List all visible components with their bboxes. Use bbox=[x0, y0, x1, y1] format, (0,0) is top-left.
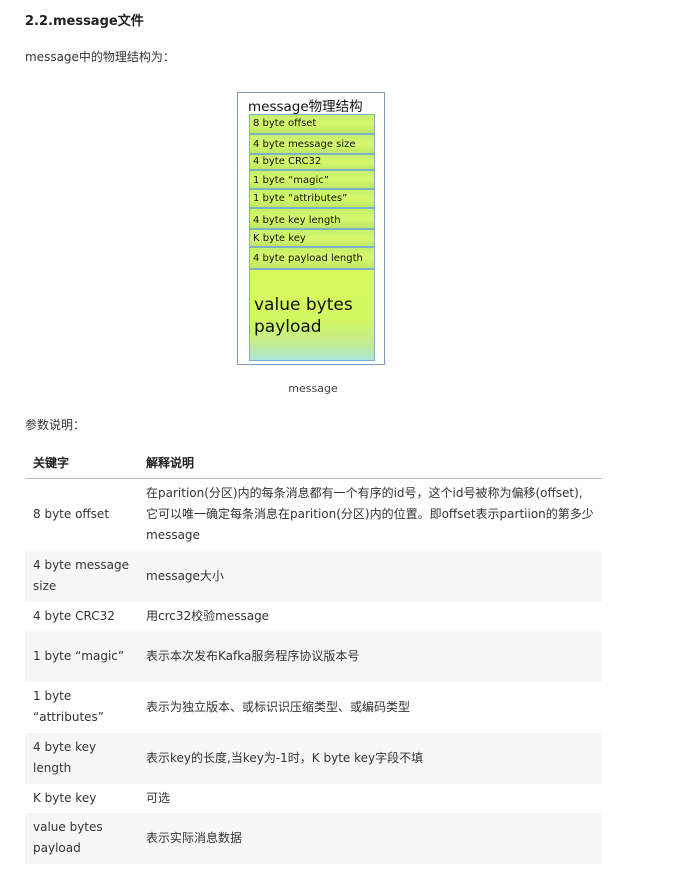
cell-keyword: 1 byte “attributes” bbox=[33, 689, 105, 724]
segment-payload-length: 4 byte payload length bbox=[249, 247, 375, 269]
cell-description: 表示为独立版本、或标识识压缩类型、或编码类型 bbox=[146, 699, 411, 714]
cell-description: 用crc32校验message bbox=[146, 608, 270, 623]
cell-keyword: 4 byte CRC32 bbox=[33, 608, 115, 623]
table-row: value bytes payload 表示实际消息数据 bbox=[25, 812, 602, 864]
header-description: 解释说明 bbox=[138, 447, 602, 479]
table-row: K byte key 可选 bbox=[25, 784, 602, 813]
segment-magic: 1 byte “magic” bbox=[249, 170, 375, 189]
table-row: 1 byte “magic” 表示本次发布Kafka服务程序协议版本号 bbox=[25, 630, 602, 682]
cell-description: 可选 bbox=[146, 790, 171, 805]
table-row: 4 byte key length 表示key的长度,当key为-1时，K by… bbox=[25, 732, 602, 784]
segment-message-size: 4 byte message size bbox=[249, 134, 375, 154]
table-row: 4 byte CRC32 用crc32校验message bbox=[25, 602, 602, 631]
params-table: 关键字 解释说明 8 byte offset 在parition(分区)内的每条… bbox=[25, 447, 602, 864]
params-label: 参数说明： bbox=[25, 418, 86, 432]
cell-keyword: 8 byte offset bbox=[33, 507, 110, 522]
cell-description: message大小 bbox=[138, 550, 602, 602]
table-header-row: 关键字 解释说明 bbox=[25, 447, 602, 479]
diagram-title: message物理结构 bbox=[248, 99, 363, 115]
segment-value-payload: value bytes payload bbox=[249, 269, 375, 361]
cell-keyword: value bytes payload bbox=[25, 812, 138, 864]
table-row: 8 byte offset 在parition(分区)内的每条消息都有一个有序的… bbox=[25, 479, 602, 551]
cell-keyword: 4 byte message size bbox=[25, 550, 138, 602]
segment-key: K byte key bbox=[249, 229, 375, 247]
table-row: 1 byte “attributes” 表示为独立版本、或标识识压缩类型、或编码… bbox=[25, 682, 602, 733]
segment-attributes: 1 byte “attributes” bbox=[249, 189, 375, 208]
cell-description: 表示key的长度,当key为-1时，K byte key字段不填 bbox=[138, 732, 602, 784]
cell-keyword: 4 byte key length bbox=[25, 732, 138, 784]
cell-keyword: 1 byte “magic” bbox=[25, 630, 138, 682]
table-row: 4 byte message size message大小 bbox=[25, 550, 602, 602]
segment-crc32: 4 byte CRC32 bbox=[249, 154, 375, 170]
segment-key-length: 4 byte key length bbox=[249, 208, 375, 229]
header-keyword: 关键字 bbox=[25, 447, 138, 479]
segment-offset: 8 byte offset bbox=[249, 114, 375, 134]
cell-description: 表示本次发布Kafka服务程序协议版本号 bbox=[138, 630, 602, 682]
cell-description: 表示实际消息数据 bbox=[138, 812, 602, 864]
cell-description: 在parition(分区)内的每条消息都有一个有序的id号，这个id号被称为偏移… bbox=[146, 486, 594, 543]
diagram-caption: message bbox=[288, 382, 338, 395]
cell-keyword: K byte key bbox=[33, 790, 97, 805]
section-heading: 2.2.message文件 bbox=[25, 14, 144, 29]
message-structure-diagram: message物理结构 8 byte offset 4 byte message… bbox=[237, 92, 385, 365]
intro-text: message中的物理结构为： bbox=[25, 50, 175, 64]
